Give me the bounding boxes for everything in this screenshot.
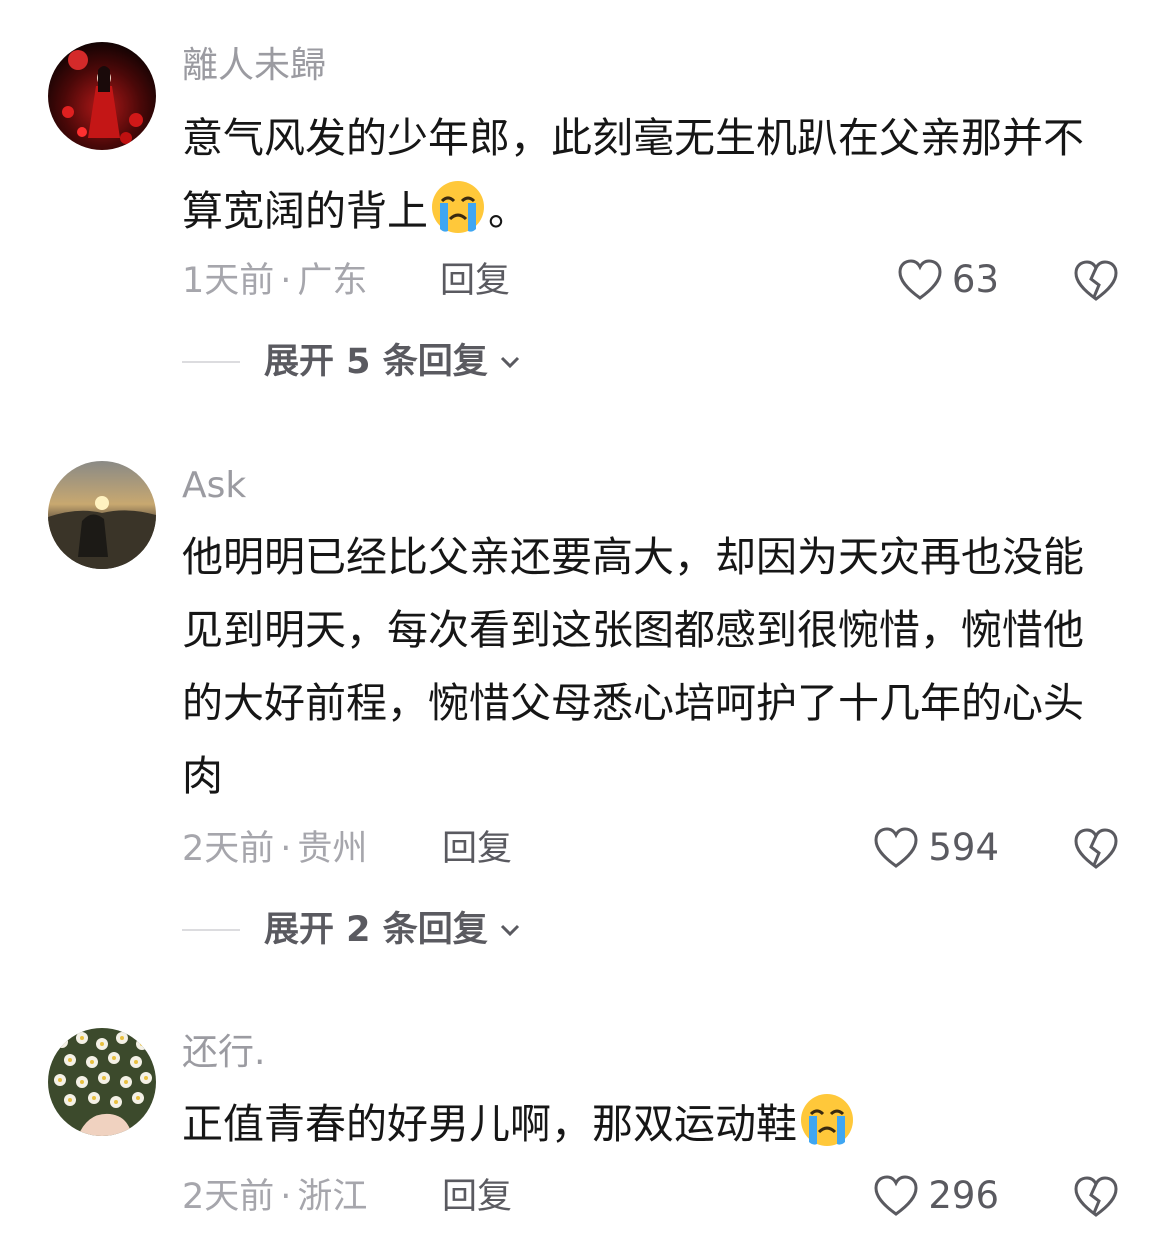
avatar[interactable] <box>48 461 156 569</box>
comment-text: 正值青春的好男儿啊，那双运动鞋 <box>182 1088 1112 1161</box>
crying-face-emoji-icon <box>801 1094 853 1146</box>
comment-time: 2天前 <box>182 829 275 869</box>
reply-button[interactable]: 回复 <box>440 259 510 303</box>
comment-location: 广东 <box>297 261 368 301</box>
comment-text: 他明明已经比父亲还要高大，却因为天灾再也没能见到明天，每次看到这张图都感到很惋惜… <box>182 521 1112 813</box>
broken-heart-icon <box>1074 828 1118 869</box>
divider-line <box>182 929 240 931</box>
broken-heart-icon <box>1074 1176 1118 1217</box>
like-count: 594 <box>928 826 999 869</box>
like-count: 63 <box>951 258 999 301</box>
comment-text-body: 意气风发的少年郎，此刻毫无生机趴在父亲那并不算宽阔的背上 <box>182 114 1084 235</box>
username[interactable]: Ask <box>182 464 246 508</box>
dislike-button[interactable] <box>1072 1173 1120 1221</box>
comment-time: 1天前 <box>182 261 275 301</box>
dislike-button[interactable] <box>1072 825 1120 873</box>
broken-heart-icon <box>1074 260 1118 301</box>
comment-meta: 1天前 · 广东 <box>182 259 367 303</box>
meta-dot: · <box>280 829 292 869</box>
comment-text: 意气风发的少年郎，此刻毫无生机趴在父亲那并不算宽阔的背上 。 <box>182 102 1112 248</box>
divider-line <box>182 361 240 363</box>
comment-text-body: 正值青春的好男儿啊，那双运动鞋 <box>182 1100 797 1148</box>
expand-replies-button[interactable]: 展开 2 条回复 <box>182 908 522 952</box>
reply-button[interactable]: 回复 <box>442 827 512 871</box>
username[interactable]: 離人未歸 <box>182 44 326 88</box>
chevron-down-icon <box>500 356 519 369</box>
username[interactable]: 还行. <box>182 1031 265 1075</box>
avatar[interactable] <box>48 1028 156 1136</box>
dislike-button[interactable] <box>1072 257 1120 305</box>
expand-replies-label: 展开 2 条回复 <box>264 910 488 950</box>
like-button[interactable]: 63 <box>896 256 999 304</box>
heart-icon <box>898 259 942 300</box>
comment-location: 贵州 <box>297 829 368 869</box>
chevron-down-icon <box>500 924 519 937</box>
comment-text-body: 他明明已经比父亲还要高大，却因为天灾再也没能见到明天，每次看到这张图都感到很惋惜… <box>182 533 1084 800</box>
like-button[interactable]: 594 <box>872 824 999 872</box>
meta-dot: · <box>280 1177 292 1217</box>
crying-face-emoji-icon <box>432 181 484 233</box>
comment-time: 2天前 <box>182 1177 275 1217</box>
comment-meta: 2天前 · 贵州 <box>182 827 367 871</box>
avatar[interactable] <box>48 42 156 150</box>
comment-meta: 2天前 · 浙江 <box>182 1175 367 1219</box>
comment-location: 浙江 <box>297 1177 368 1217</box>
comment-text-tail: 。 <box>488 187 529 235</box>
like-count: 296 <box>928 1174 999 1217</box>
meta-dot: · <box>280 261 292 301</box>
expand-replies-button[interactable]: 展开 5 条回复 <box>182 340 522 384</box>
reply-button[interactable]: 回复 <box>442 1175 512 1219</box>
heart-icon <box>874 827 918 868</box>
like-button[interactable]: 296 <box>872 1172 999 1220</box>
expand-replies-label: 展开 5 条回复 <box>264 342 488 382</box>
heart-icon <box>874 1175 918 1216</box>
